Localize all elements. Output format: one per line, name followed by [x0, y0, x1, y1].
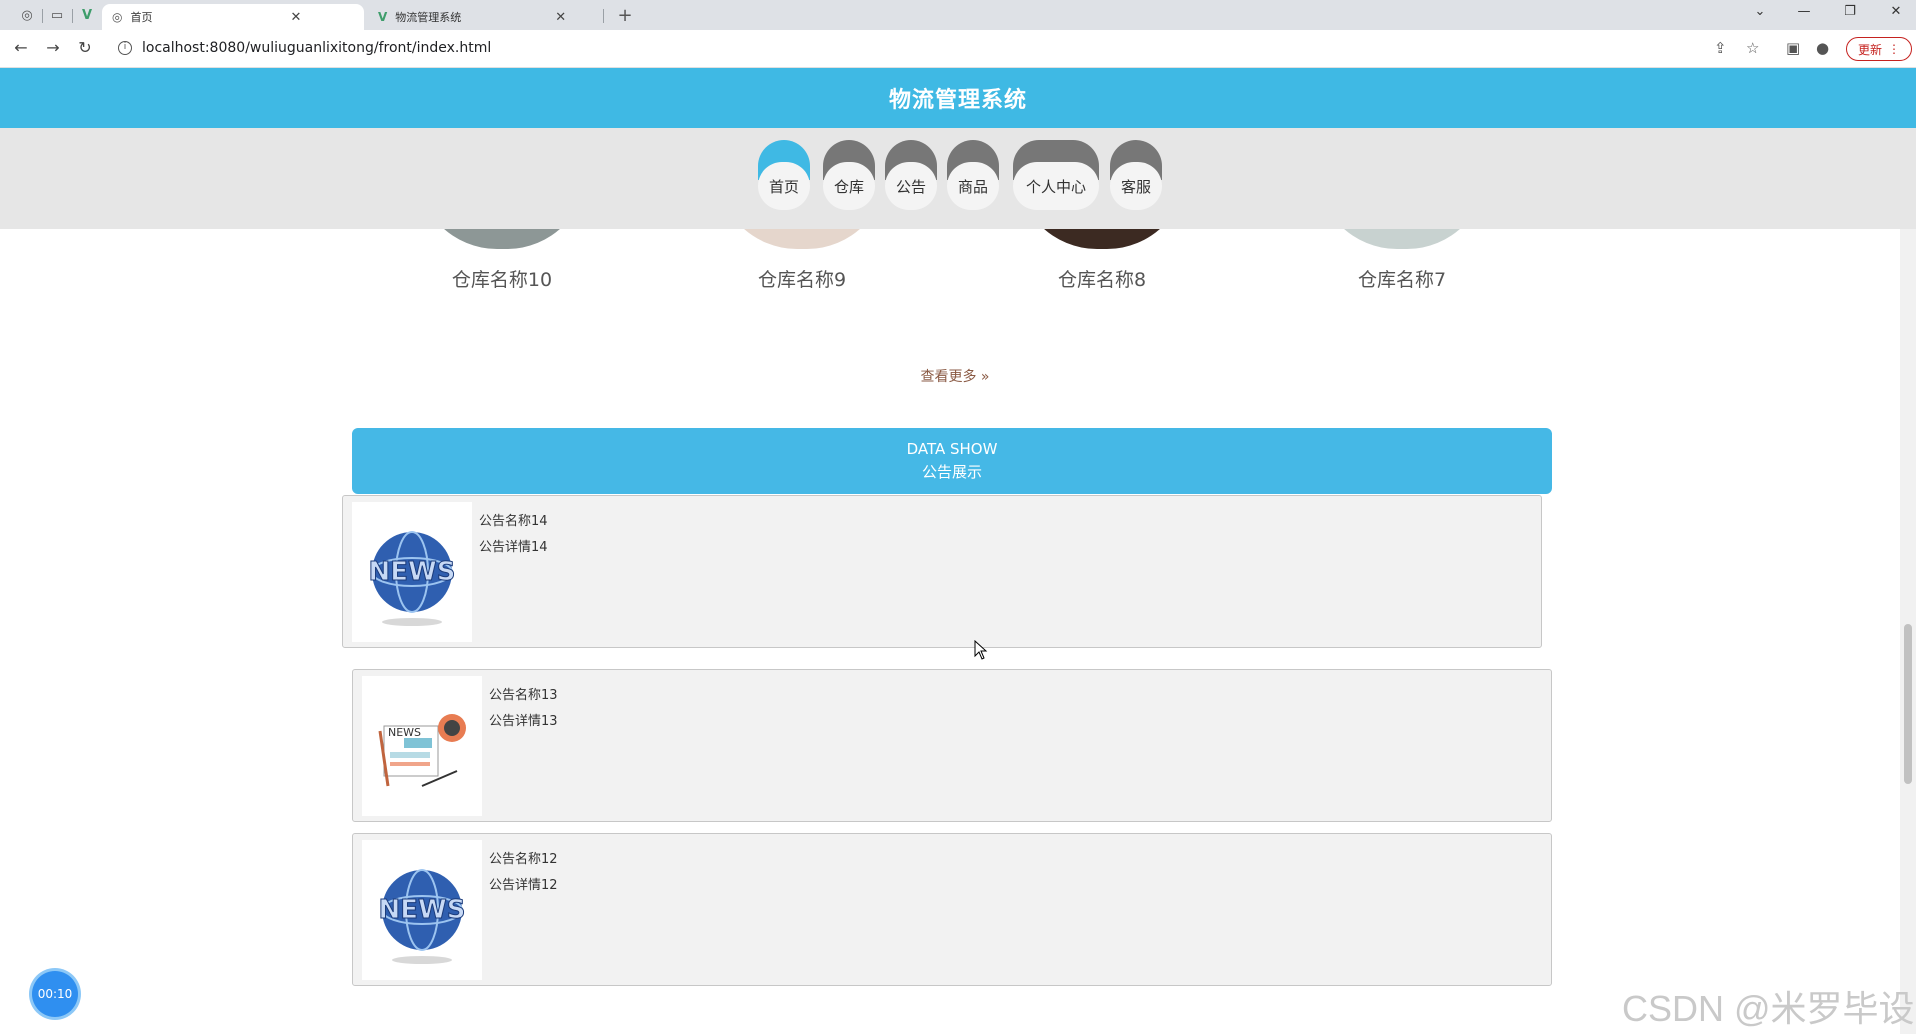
share-icon[interactable]: ⇪ — [1714, 39, 1727, 57]
section-header: DATA SHOW 公告展示 — [352, 428, 1552, 494]
tab-home[interactable]: ◎ 首页 ✕ — [102, 4, 364, 30]
nav-item-goods[interactable]: 商品 — [947, 140, 999, 212]
svg-text:NEWS: NEWS — [379, 895, 466, 925]
update-label: 更新 — [1857, 42, 1882, 57]
restore-icon[interactable]: ❐ — [1830, 4, 1870, 19]
svg-text:NEWS: NEWS — [388, 726, 421, 739]
warehouse-image[interactable] — [717, 229, 887, 249]
browser-tab-icon[interactable]: ▭ — [48, 6, 66, 24]
nav-item-service[interactable]: 客服 — [1110, 140, 1162, 212]
warehouse-name[interactable]: 仓库名称10 — [382, 265, 622, 292]
notice-title: 公告名称12 — [489, 852, 558, 867]
globe-icon: ◎ — [112, 10, 123, 24]
notice-detail: 公告详情12 — [489, 878, 558, 893]
back-icon[interactable]: ← — [10, 38, 32, 57]
warehouse-image[interactable] — [1017, 229, 1187, 249]
notice-detail: 公告详情14 — [479, 540, 548, 555]
more-icon: ⋮ — [1888, 42, 1900, 56]
reload-icon[interactable]: ↻ — [74, 38, 96, 57]
star-icon[interactable]: ☆ — [1746, 39, 1759, 57]
page-title: 物流管理系统 — [888, 88, 1027, 113]
notice-item[interactable]: NEWS 公告名称14 公告详情14 — [342, 495, 1542, 648]
watermark: CSDN @米罗毕设 — [1622, 988, 1915, 1029]
forward-icon[interactable]: → — [42, 38, 64, 57]
update-button[interactable]: 更新 ⋮ — [1846, 37, 1912, 61]
scrollbar-thumb[interactable] — [1904, 624, 1912, 784]
tab-title: 物流管理系统 — [395, 11, 462, 24]
new-tab-icon[interactable]: + — [616, 5, 634, 26]
warehouse-name[interactable]: 仓库名称9 — [682, 265, 922, 292]
notice-title: 公告名称14 — [479, 514, 548, 529]
tab-logistics[interactable]: V 物流管理系统 ✕ — [368, 4, 600, 30]
notice-item[interactable]: NEWS 公告名称12 公告详情12 — [352, 833, 1552, 986]
info-icon[interactable]: i — [118, 41, 132, 55]
notice-title: 公告名称13 — [489, 688, 558, 703]
view-more-link[interactable]: 查看更多 » — [900, 366, 1010, 386]
browser-tabbar: ◎ ▭ V ◎ 首页 ✕ V 物流管理系统 ✕ + ⌄ — ❐ ✕ — [0, 0, 1916, 30]
nav-label: 客服 — [1110, 162, 1162, 210]
section-title-cn: 公告展示 — [921, 463, 982, 481]
nav-label: 仓库 — [823, 162, 875, 210]
url-text[interactable]: localhost:8080/wuliuguanlixitong/front/i… — [142, 40, 491, 56]
minimize-icon[interactable]: — — [1784, 4, 1824, 19]
vue-tab-icon[interactable]: V — [78, 6, 96, 24]
warehouse-image[interactable] — [1317, 229, 1487, 249]
notice-detail: 公告详情13 — [489, 714, 558, 729]
nav-label: 首页 — [758, 162, 810, 210]
close-window-icon[interactable]: ✕ — [1876, 4, 1916, 19]
nav-item-notice[interactable]: 公告 — [885, 140, 937, 212]
recording-timer: 00:10 — [32, 971, 78, 1017]
page-scrollbar[interactable] — [1900, 229, 1916, 1034]
vue-icon: V — [378, 10, 388, 24]
close-icon[interactable]: ✕ — [555, 10, 566, 25]
nav-label: 公告 — [885, 162, 937, 210]
address-bar[interactable]: i localhost:8080/wuliuguanlixitong/front… — [110, 35, 1770, 63]
nav-label: 商品 — [947, 162, 999, 210]
warehouse-name[interactable]: 仓库名称8 — [982, 265, 1222, 292]
nav-item-warehouse[interactable]: 仓库 — [823, 140, 875, 212]
close-icon[interactable]: ✕ — [290, 10, 301, 25]
tab-separator — [42, 9, 43, 23]
tab-title: 首页 — [130, 11, 153, 24]
site-header: 物流管理系统 — [0, 68, 1916, 128]
nav-item-profile[interactable]: 个人中心 — [1013, 140, 1099, 212]
news-globe-icon: NEWS — [362, 840, 482, 980]
mouse-cursor-icon — [974, 639, 988, 664]
svg-text:NEWS: NEWS — [369, 557, 456, 587]
profile-icon[interactable]: ● — [1816, 39, 1829, 57]
nav-item-home[interactable]: 首页 — [758, 140, 810, 212]
newspaper-icon: NEWS — [362, 676, 482, 816]
tab-separator — [72, 9, 73, 23]
tab-separator — [603, 9, 604, 23]
warehouse-name[interactable]: 仓库名称7 — [1282, 265, 1522, 292]
page-content: 仓库名称10 仓库名称9 仓库名称8 仓库名称7 查看更多 » DATA SHO… — [0, 229, 1900, 1034]
notice-item[interactable]: NEWS 公告名称13 公告详情13 — [352, 669, 1552, 822]
sidebar-icon[interactable]: ▣ — [1786, 39, 1800, 57]
main-nav: 首页 仓库 公告 商品 个人中心 客服 — [0, 128, 1916, 229]
chevron-down-icon[interactable]: ⌄ — [1740, 4, 1780, 19]
nav-label: 个人中心 — [1013, 162, 1099, 210]
browser-toolbar: ← → ↻ i localhost:8080/wuliuguanlixitong… — [0, 30, 1916, 68]
section-title-en: DATA SHOW — [906, 440, 998, 458]
news-globe-icon: NEWS — [352, 502, 472, 642]
warehouse-image[interactable] — [417, 229, 587, 249]
browser-tab-icon[interactable]: ◎ — [18, 6, 36, 24]
